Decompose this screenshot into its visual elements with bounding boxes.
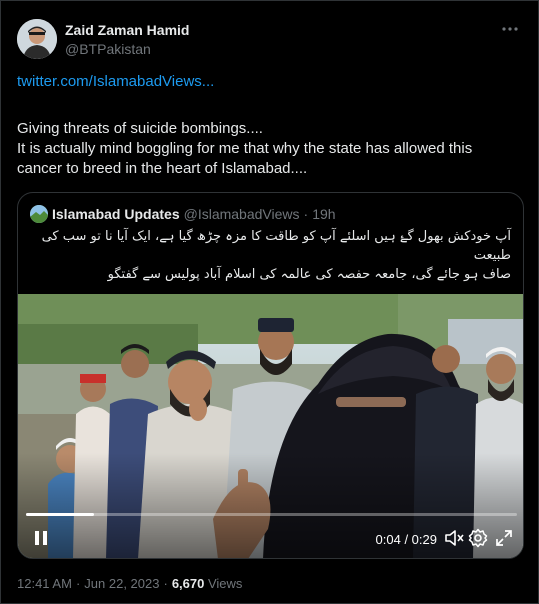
views-label: Views <box>207 576 243 591</box>
tweet-text-line: It is actually mind boggling for me that… <box>17 140 473 157</box>
tweet-text-line: cancer to breed in the heart of Islamaba… <box>17 160 308 177</box>
video-progress-fill <box>26 513 94 516</box>
tweet-card: Zaid Zaman Hamid @BTPakistan twitter.com… <box>0 0 539 604</box>
quoted-text: آپ خودکش بھول گۓ ہیں اسلئے آپ کو طاقت کا… <box>30 227 511 284</box>
quoted-separator: · <box>303 206 309 222</box>
tweet-link[interactable]: twitter.com/IslamabadViews... <box>17 73 214 90</box>
video-controls: 0:04 / 0:29 <box>18 523 523 553</box>
author-avatar[interactable] <box>17 19 57 59</box>
quoted-display-name: Islamabad Updates <box>52 206 180 222</box>
quoted-time: 19h <box>312 206 336 222</box>
meta-separator: · <box>163 576 168 591</box>
author-handle[interactable]: @BTPakistan <box>65 39 189 59</box>
quoted-text-line: صاف ہو جائے گی، جامعہ حفصہ کی عالمہ کی ا… <box>107 267 511 282</box>
more-horizontal-icon[interactable] <box>498 19 522 39</box>
tweet-header: Zaid Zaman Hamid @BTPakistan <box>17 17 522 61</box>
quoted-handle: @IslamabadViews <box>183 206 300 222</box>
settings-gear-icon[interactable] <box>467 527 489 549</box>
author-display-name[interactable]: Zaid Zaman Hamid <box>65 21 189 39</box>
quoted-tweet[interactable]: Islamabad Updates @IslamabadViews · 19h … <box>17 192 524 559</box>
video-progress-bar[interactable] <box>26 513 517 516</box>
volume-muted-icon[interactable] <box>443 527 465 549</box>
video-player[interactable]: 0:04 / 0:29 <box>18 294 523 558</box>
pause-icon[interactable] <box>30 527 52 549</box>
quoted-header: Islamabad Updates @IslamabadViews · 19h <box>30 205 336 223</box>
meta-separator: · <box>75 576 81 591</box>
fullscreen-icon[interactable] <box>493 527 515 549</box>
tweet-date[interactable]: Jun 22, 2023 <box>84 576 159 591</box>
tweet-time[interactable]: 12:41 AM <box>17 576 72 591</box>
tweet-meta: 12:41 AM · Jun 22, 2023 · 6,670 Views <box>17 576 242 591</box>
quoted-avatar <box>30 205 48 223</box>
quoted-text-line: آپ خودکش بھول گۓ ہیں اسلئے آپ کو طاقت کا… <box>41 229 511 263</box>
video-time-readout: 0:04 / 0:29 <box>375 532 437 547</box>
video-frame <box>18 294 523 558</box>
views-count: 6,670 <box>171 576 205 591</box>
tweet-text-line: Giving threats of suicide bombings.... <box>17 120 263 137</box>
author-names: Zaid Zaman Hamid @BTPakistan <box>65 21 189 59</box>
tweet-text: Giving threats of suicide bombings.... I… <box>17 119 522 179</box>
